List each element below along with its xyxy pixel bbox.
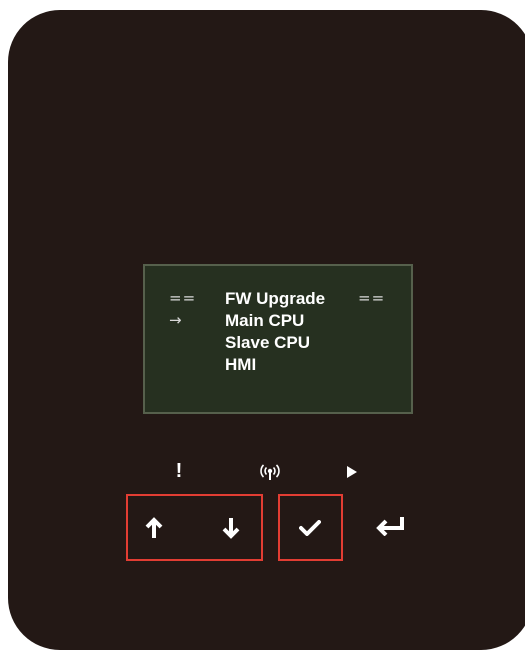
run-indicator	[345, 465, 359, 479]
checkmark-icon	[299, 520, 321, 536]
exclamation-icon: !	[175, 460, 183, 482]
navigation-button-group	[126, 494, 263, 561]
wireless-signal-icon	[260, 464, 280, 480]
enter-button[interactable]	[288, 506, 332, 550]
enter-button-group	[278, 494, 343, 561]
alarm-indicator: !	[172, 460, 186, 483]
menu-item-label: Slave CPU	[225, 333, 311, 352]
inverter-panel: == FW Upgrade == → Main CPU Slave CPU HM…	[8, 10, 525, 650]
title-marker-right: ==	[358, 289, 386, 307]
arrow-up-icon	[145, 517, 163, 538]
play-icon	[347, 466, 357, 478]
down-button[interactable]	[209, 506, 253, 550]
back-button[interactable]	[368, 504, 412, 548]
return-arrow-icon	[376, 517, 404, 536]
title-marker-left: ==	[169, 289, 197, 307]
lcd-display: == FW Upgrade == → Main CPU Slave CPU HM…	[143, 264, 413, 414]
menu-title: FW Upgrade	[225, 289, 326, 308]
menu-item-label: Main CPU	[225, 311, 305, 330]
arrow-down-icon	[222, 518, 240, 539]
menu-item-label: HMI	[225, 355, 257, 374]
selection-cursor: →	[169, 311, 183, 329]
communication-indicator	[260, 463, 280, 481]
up-button[interactable]	[132, 506, 176, 550]
